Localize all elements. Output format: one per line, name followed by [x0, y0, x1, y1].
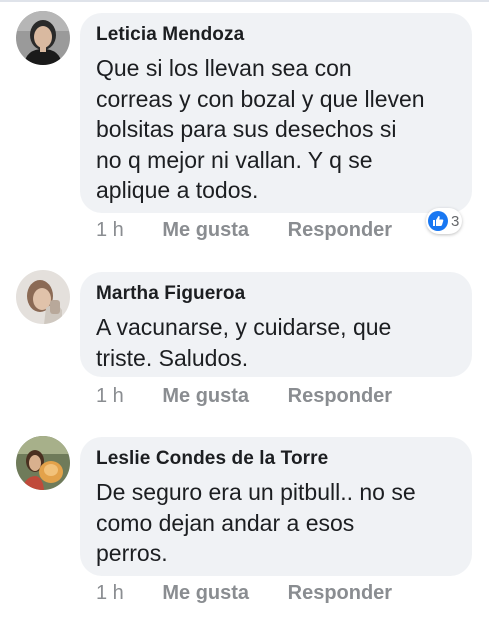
comment-author[interactable]: Leticia Mendoza: [96, 23, 456, 47]
comment-actions: 1 h Me gusta Responder: [96, 581, 392, 605]
reply-button[interactable]: Responder: [288, 218, 392, 242]
comment-timestamp[interactable]: 1 h: [96, 218, 124, 242]
comment-actions: 1 h Me gusta Responder: [96, 384, 392, 408]
reply-button[interactable]: Responder: [288, 384, 392, 408]
like-button[interactable]: Me gusta: [162, 384, 249, 408]
comment-text: Que si los llevan sea con correas y con …: [96, 55, 425, 203]
reaction-summary[interactable]: 3: [426, 208, 463, 234]
reaction-count: 3: [451, 212, 460, 230]
comment-timestamp[interactable]: 1 h: [96, 581, 124, 605]
top-divider: [0, 0, 489, 2]
avatar[interactable]: [16, 270, 70, 324]
avatar[interactable]: [16, 436, 70, 490]
like-button[interactable]: Me gusta: [162, 218, 249, 242]
comment-text: De seguro era un pitbull.. no se como de…: [96, 479, 416, 566]
comment-timestamp[interactable]: 1 h: [96, 384, 124, 408]
like-button[interactable]: Me gusta: [162, 581, 249, 605]
comment-author[interactable]: Martha Figueroa: [96, 282, 456, 306]
avatar[interactable]: [16, 11, 70, 65]
comment-bubble: Leslie Condes de la Torre De seguro era …: [80, 437, 472, 576]
like-icon: [428, 211, 448, 231]
reply-button[interactable]: Responder: [288, 581, 392, 605]
comment-author[interactable]: Leslie Condes de la Torre: [96, 447, 456, 471]
comment-bubble: Leticia Mendoza Que si los llevan sea co…: [80, 13, 472, 213]
comment-bubble: Martha Figueroa A vacunarse, y cuidarse,…: [80, 272, 472, 377]
comment-actions: 1 h Me gusta Responder: [96, 218, 392, 242]
comment-text: A vacunarse, y cuidarse, que triste. Sal…: [96, 314, 392, 371]
